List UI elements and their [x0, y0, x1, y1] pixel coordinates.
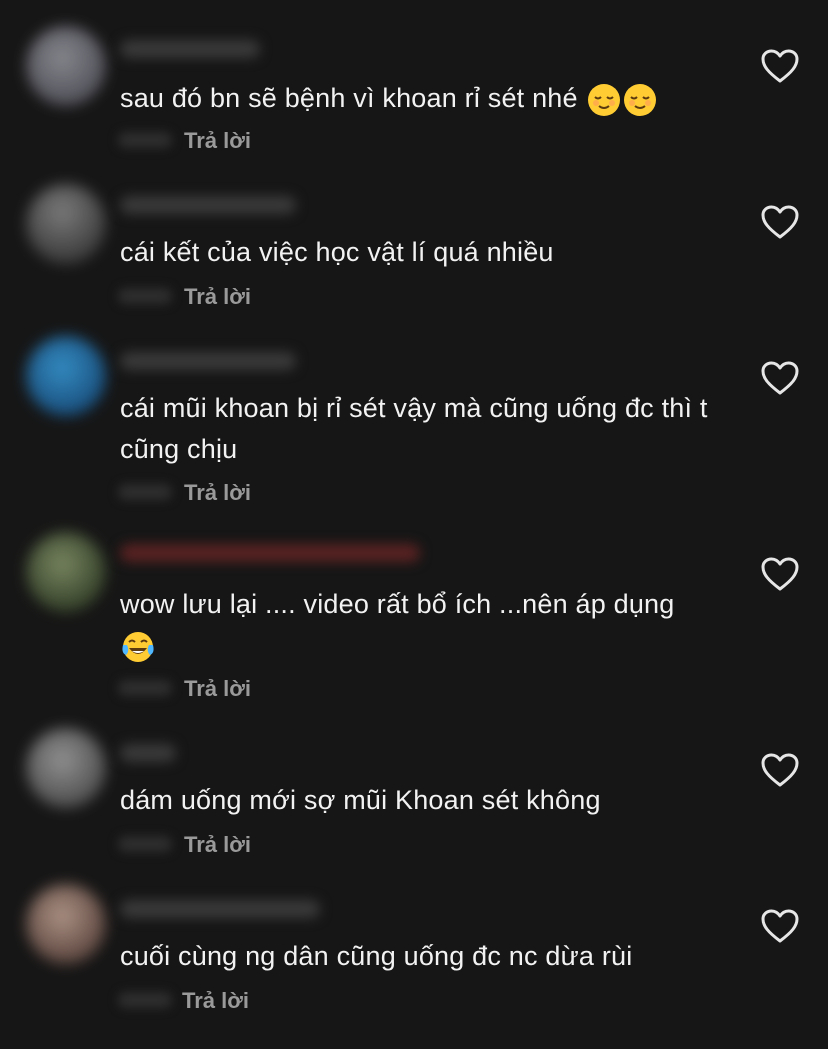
comment-text-content: cuối cùng ng dân cũng uống đc nc dừa rùi: [120, 941, 633, 971]
comment-date: [118, 992, 172, 1008]
comment-item: cuối cùng ng dân cũng uống đc nc dừa rùi…: [0, 0, 828, 1040]
heart-outline-icon[interactable]: [760, 908, 800, 944]
avatar[interactable]: [26, 884, 106, 964]
username[interactable]: [120, 900, 320, 918]
comment-text: cuối cùng ng dân cũng uống đc nc dừa rùi: [120, 936, 730, 977]
reply-button[interactable]: Trả lời: [182, 988, 249, 1014]
